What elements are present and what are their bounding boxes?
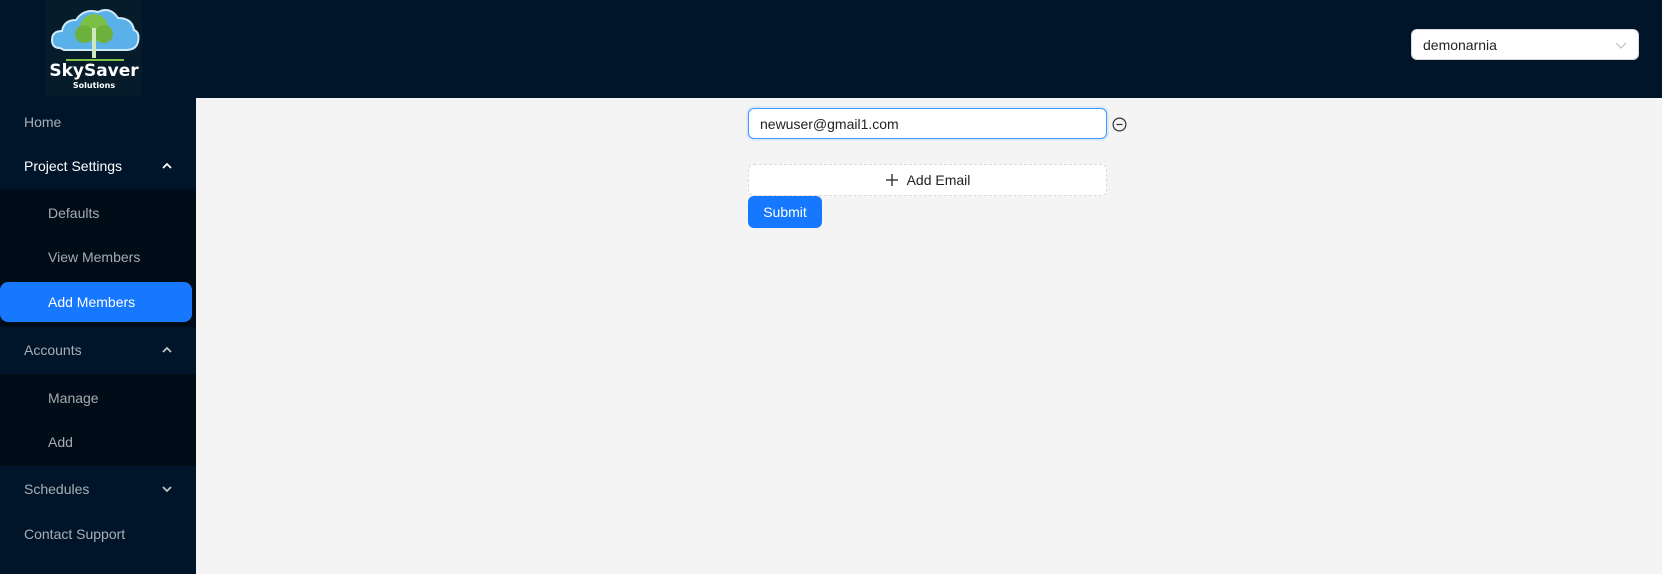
sidebar-item-contact-support[interactable]: Contact Support [0,514,196,554]
add-email-label: Add Email [906,172,971,188]
sidebar-item-project-settings[interactable]: Project Settings [0,146,196,186]
submit-button[interactable]: Submit [748,196,822,228]
sidebar-item-add[interactable]: Add [0,422,196,462]
sidebar-item-manage[interactable]: Manage [0,378,196,418]
chevron-down-icon [162,486,172,493]
sidebar-item-label: Contact Support [24,526,126,542]
sidebar-item-label: Add Members [48,294,136,310]
sidebar-item-label: View Members [48,249,141,265]
brand-logo[interactable]: SkySaver Solutions [46,0,142,96]
sidebar-item-label: Schedules [24,481,90,497]
app-header: SkySaver Solutions demonarnia [0,0,1662,98]
sidebar-item-defaults[interactable]: Defaults [0,193,196,233]
sidebar-item-label: Defaults [48,205,100,221]
sidebar-item-label: Accounts [24,342,82,358]
sidebar-item-label: Add [48,434,73,450]
add-email-button[interactable]: Add Email [748,164,1107,196]
chevron-up-icon [162,162,172,169]
tree-cloud-logo-icon: SkySaver Solutions [49,9,140,90]
brand-tagline: Solutions [73,81,115,90]
project-select[interactable]: demonarnia [1411,29,1639,60]
sidebar-item-home[interactable]: Home [0,102,196,142]
project-select-value: demonarnia [1423,36,1497,53]
project-settings-submenu: Defaults View Members Add Members [0,189,196,327]
email-input[interactable] [748,108,1107,139]
sidebar-item-label: Manage [48,390,99,406]
sidebar-item-add-members[interactable]: Add Members [0,282,192,322]
sidebar-item-schedules[interactable]: Schedules [0,469,196,509]
minus-circle-icon[interactable] [1112,117,1127,132]
sidebar-item-label: Home [24,114,62,130]
brand-name: SkySaver [49,61,139,81]
sidebar-menu: Home Project Settings Defaults View Memb… [0,98,196,574]
sidebar-item-label: Project Settings [24,158,123,174]
chevron-up-icon [162,346,172,353]
sidebar-item-view-members[interactable]: View Members [0,237,196,277]
chevron-down-icon [1615,42,1627,49]
accounts-submenu: Manage Add [0,374,196,466]
sidebar-item-accounts[interactable]: Accounts [0,330,196,370]
plus-icon [885,174,898,186]
